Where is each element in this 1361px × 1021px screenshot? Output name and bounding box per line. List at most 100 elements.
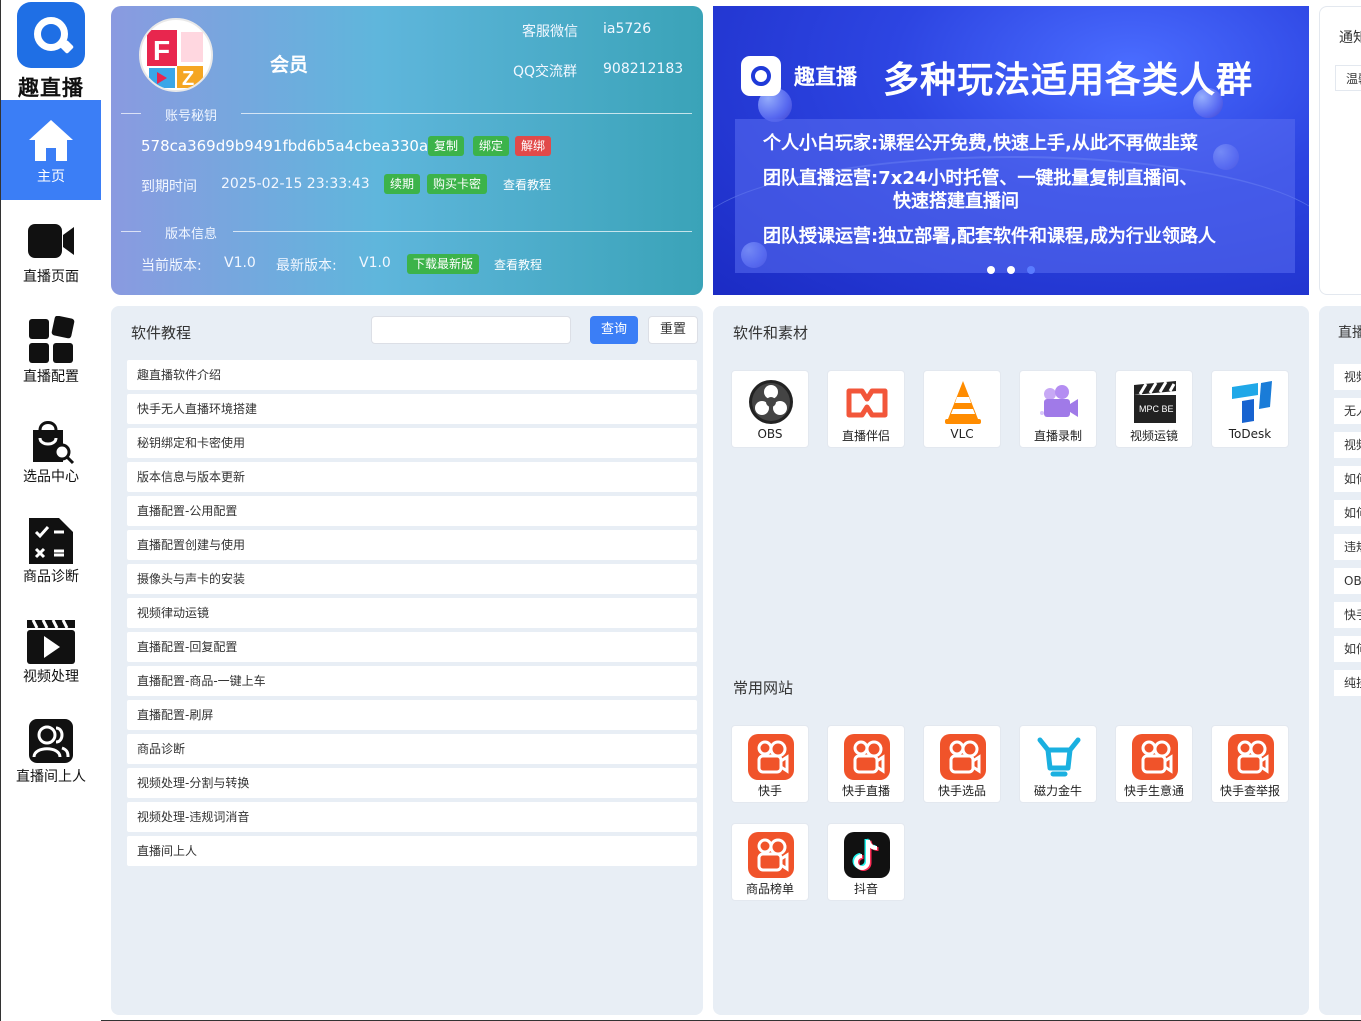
list-item[interactable]: 趣直播软件介绍 xyxy=(127,360,697,390)
sidebar-item-label: 视频处理 xyxy=(23,669,79,685)
video-camera-icon xyxy=(28,224,74,258)
list-item[interactable]: 无人 xyxy=(1334,398,1361,424)
home-icon xyxy=(29,120,73,161)
tile-label: 直播伴侣 xyxy=(841,429,890,443)
carousel-dot-active[interactable] xyxy=(1027,266,1035,274)
site-tile-cili-jinniu[interactable]: 磁力金牛 xyxy=(1019,725,1097,803)
list-item[interactable]: 商品诊断 xyxy=(127,734,697,764)
copy-key-button[interactable]: 复制 xyxy=(428,136,465,156)
site-tile-kuaishou-live[interactable]: 快手直播 xyxy=(827,725,905,803)
live-tutorial-title: 直播 xyxy=(1338,325,1361,341)
list-item[interactable]: 直播配置-回复配置 xyxy=(127,632,697,662)
list-item[interactable]: 如何 xyxy=(1334,636,1361,662)
todesk-icon xyxy=(1232,381,1272,423)
list-item[interactable]: 视频处理-违规词消音 xyxy=(127,802,697,832)
site-tile-kuaishou-report[interactable]: 快手查举报 xyxy=(1211,725,1289,803)
kuaishou-icon xyxy=(1228,734,1274,780)
tile-label: 快手生意通 xyxy=(1123,784,1184,798)
site-tile-kuaishou-business[interactable]: 快手生意通 xyxy=(1115,725,1193,803)
sidebar-item-live-config[interactable]: 直播配置 xyxy=(1,300,101,400)
list-item[interactable]: 视频处理-分割与转换 xyxy=(127,768,697,798)
tutorial-panel: 软件教程 查询 重置 趣直播软件介绍 快手无人直播环境搭建 秘钥绑定和卡密使用 … xyxy=(111,306,703,1015)
site-tile-product-ranking[interactable]: 商品榜单 xyxy=(731,823,809,901)
query-button[interactable]: 查询 xyxy=(590,316,639,344)
kuaishou-icon xyxy=(940,734,986,780)
users-icon xyxy=(29,719,73,763)
account-card: F Z 会员 客服微信 ia5726 QQ交流群 908212183 账号秘钥 … xyxy=(111,6,703,295)
software-tile-vlc[interactable]: VLC xyxy=(923,370,1001,448)
sidebar-item-home[interactable]: 主页 xyxy=(1,100,101,200)
software-tile-recording[interactable]: 直播录制 xyxy=(1019,370,1097,448)
list-item[interactable]: 视频 xyxy=(1334,364,1361,390)
banner-logo-icon xyxy=(741,56,781,96)
kuaishou-icon xyxy=(1132,734,1178,780)
tutorial-search-input[interactable] xyxy=(371,316,571,344)
banner-feature-3: 团队授课运营:独立部署,配套软件和课程,成为行业领路人 xyxy=(763,226,1216,247)
notice-panel: 通知 温馨 xyxy=(1319,6,1361,295)
sidebar-item-label: 主页 xyxy=(37,169,65,185)
unbind-key-button[interactable]: 解绑 xyxy=(515,136,552,156)
vlc-cone-icon xyxy=(945,381,981,424)
list-item[interactable]: OBS xyxy=(1334,568,1361,594)
svg-text:MPC BE: MPC BE xyxy=(1139,404,1174,414)
sidebar-item-video-processing[interactable]: 视频处理 xyxy=(1,600,101,700)
list-item[interactable]: 纯挂 xyxy=(1334,670,1361,696)
list-item[interactable]: 直播配置-商品-一键上车 xyxy=(127,666,697,696)
grid-apps-icon xyxy=(29,316,75,363)
list-item[interactable]: 直播配置-公用配置 xyxy=(127,496,697,526)
banner-slogan: 多种玩法适用各类人群 xyxy=(883,60,1254,101)
current-version-value: V1.0 xyxy=(224,255,256,271)
list-item[interactable]: 版本信息与版本更新 xyxy=(127,462,697,492)
tutorial-title: 软件教程 xyxy=(131,324,192,342)
list-item[interactable]: 快手无人直播环境搭建 xyxy=(127,394,697,424)
bind-key-button[interactable]: 绑定 xyxy=(473,136,510,156)
carousel-dot[interactable] xyxy=(1007,266,1015,274)
list-item[interactable]: 视频 xyxy=(1334,432,1361,458)
renew-button[interactable]: 续期 xyxy=(384,174,421,194)
site-tile-kuaishou-selection[interactable]: 快手选品 xyxy=(923,725,1001,803)
sidebar-item-room-audience[interactable]: 直播间上人 xyxy=(1,700,101,800)
reset-button[interactable]: 重置 xyxy=(648,316,699,344)
version-section-title: 版本信息 xyxy=(165,227,218,242)
software-tile-obs[interactable]: OBS xyxy=(731,370,809,448)
notice-item[interactable]: 温馨 xyxy=(1335,65,1361,91)
sidebar-item-label: 商品诊断 xyxy=(23,569,79,585)
sidebar-item-product-center[interactable]: 选品中心 xyxy=(1,400,101,500)
list-item[interactable]: 摄像头与声卡的安装 xyxy=(127,564,697,594)
promo-banner[interactable]: 趣直播 多种玩法适用各类人群 个人小白玩家:课程公开免费,快速上手,从此不再做韭… xyxy=(713,6,1309,295)
list-item[interactable]: 快手 xyxy=(1334,602,1361,628)
sites-section-title: 常用网站 xyxy=(733,679,794,697)
list-item[interactable]: 直播间上人 xyxy=(127,836,697,866)
view-tutorial-link[interactable]: 查看教程 xyxy=(503,176,551,193)
sidebar-item-label: 直播间上人 xyxy=(16,769,86,785)
list-item[interactable]: 如何 xyxy=(1334,466,1361,492)
software-tile-todesk[interactable]: ToDesk xyxy=(1211,370,1289,448)
site-tile-kuaishou[interactable]: 快手 xyxy=(731,725,809,803)
clapperboard-icon xyxy=(27,619,75,664)
carousel-dot[interactable] xyxy=(987,266,995,274)
tile-label: 抖音 xyxy=(853,882,878,896)
download-latest-button[interactable]: 下载最新版 xyxy=(407,254,480,274)
recording-camera-icon xyxy=(1040,385,1078,417)
cili-jinniu-icon xyxy=(1037,737,1081,777)
tutorial-list: 趣直播软件介绍 快手无人直播环境搭建 秘钥绑定和卡密使用 版本信息与版本更新 直… xyxy=(127,360,697,870)
avatar: F Z xyxy=(139,18,213,92)
site-tile-douyin[interactable]: 抖音 xyxy=(827,823,905,901)
software-tile-live-companion[interactable]: 直播伴侣 xyxy=(827,370,905,448)
list-item[interactable]: 如何 xyxy=(1334,500,1361,526)
expire-label: 到期时间 xyxy=(141,179,197,195)
sidebar-item-product-diagnosis[interactable]: 商品诊断 xyxy=(1,500,101,600)
buy-card-button[interactable]: 购买卡密 xyxy=(427,174,488,194)
sidebar-item-live-page[interactable]: 直播页面 xyxy=(1,200,101,300)
list-item[interactable]: 直播配置创建与使用 xyxy=(127,530,697,560)
tile-label: OBS xyxy=(757,427,783,441)
banner-brand: 趣直播 xyxy=(794,65,857,89)
version-tutorial-link[interactable]: 查看教程 xyxy=(494,256,542,273)
list-item[interactable]: 违规 xyxy=(1334,534,1361,560)
app-window: 趣直播 主页 直播页面 直播配置 选品中心 商品诊断 视频处理 直播间上人 F … xyxy=(0,0,1361,1021)
service-wechat-value: ia5726 xyxy=(603,21,652,37)
list-item[interactable]: 秘钥绑定和卡密使用 xyxy=(127,428,697,458)
list-item[interactable]: 直播配置-刷屏 xyxy=(127,700,697,730)
software-tile-video-motion[interactable]: MPC BE 视频运镜 xyxy=(1115,370,1193,448)
list-item[interactable]: 视频律动运镜 xyxy=(127,598,697,628)
